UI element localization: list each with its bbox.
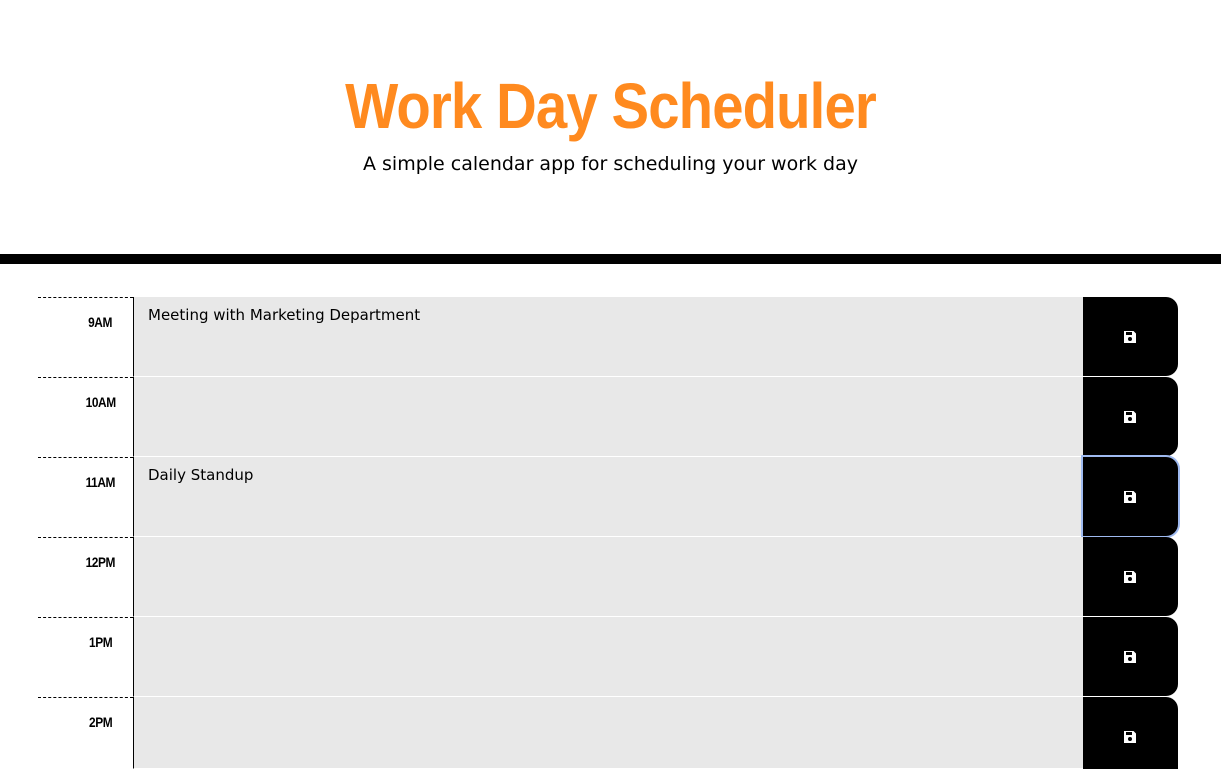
header-divider xyxy=(0,254,1221,264)
floppy-disk-icon xyxy=(1124,571,1136,583)
hour-label: 11AM xyxy=(38,457,133,537)
page-subtitle: A simple calendar app for scheduling you… xyxy=(362,153,859,175)
hour-label: 2PM xyxy=(38,697,133,769)
hour-label: 1PM xyxy=(38,617,133,697)
hour-label: 12PM xyxy=(38,537,133,617)
page-header: Work Day Scheduler A simple calendar app… xyxy=(0,0,1221,254)
hour-label: 10AM xyxy=(38,377,133,457)
time-block-list: 9AM Meeting with Marketing Department 10… xyxy=(38,297,1178,777)
page-title: Work Day Scheduler xyxy=(345,70,877,142)
save-button[interactable] xyxy=(1083,297,1178,376)
event-description-input[interactable] xyxy=(133,697,1083,769)
time-block-10am: 10AM xyxy=(38,377,1178,457)
floppy-disk-icon xyxy=(1124,331,1136,343)
event-description-input[interactable] xyxy=(133,537,1083,617)
floppy-disk-icon xyxy=(1124,651,1136,663)
hour-label: 9AM xyxy=(38,297,133,377)
time-block-1pm: 1PM xyxy=(38,617,1178,697)
time-block-9am: 9AM Meeting with Marketing Department xyxy=(38,297,1178,377)
time-block-2pm: 2PM xyxy=(38,697,1178,777)
time-block-11am: 11AM Daily Standup xyxy=(38,457,1178,537)
save-button[interactable] xyxy=(1083,377,1178,456)
floppy-disk-icon xyxy=(1124,731,1136,743)
event-description-input[interactable]: Meeting with Marketing Department xyxy=(133,297,1083,377)
save-button[interactable] xyxy=(1083,457,1178,536)
event-description-input[interactable]: Daily Standup xyxy=(133,457,1083,537)
floppy-disk-icon xyxy=(1124,411,1136,423)
save-button[interactable] xyxy=(1083,617,1178,696)
save-button[interactable] xyxy=(1083,697,1178,769)
event-description-input[interactable] xyxy=(133,377,1083,457)
time-block-12pm: 12PM xyxy=(38,537,1178,617)
save-button[interactable] xyxy=(1083,537,1178,616)
floppy-disk-icon xyxy=(1124,491,1136,503)
event-description-input[interactable] xyxy=(133,617,1083,697)
